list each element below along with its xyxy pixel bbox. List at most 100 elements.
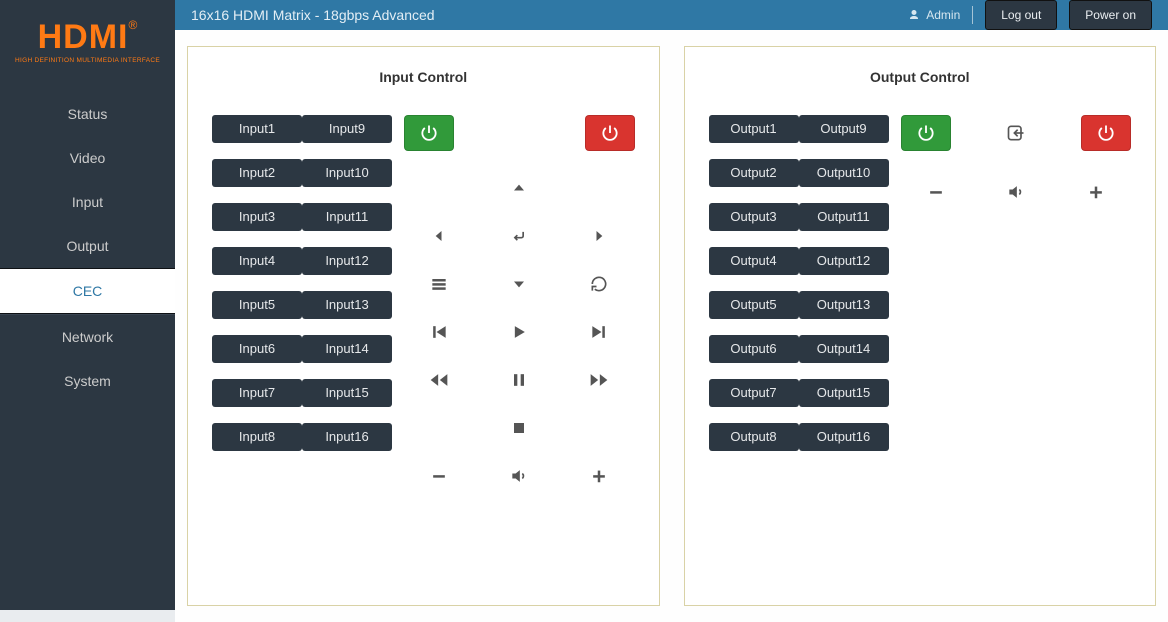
- output-chip[interactable]: Output4: [709, 247, 799, 275]
- power-icon: [916, 123, 936, 143]
- spacer: [579, 413, 619, 443]
- play-icon[interactable]: [499, 317, 539, 347]
- volume-up-icon[interactable]: [1076, 177, 1116, 207]
- input-chip[interactable]: Input14: [302, 335, 392, 363]
- up-icon[interactable]: [499, 173, 539, 203]
- refresh-icon[interactable]: [579, 269, 619, 299]
- output-chip[interactable]: Output6: [709, 335, 799, 363]
- logo: HDMI® HIGH DEFINITION MULTIMEDIA INTERFA…: [0, 0, 175, 72]
- input-chip[interactable]: Input6: [212, 335, 302, 363]
- input-chip[interactable]: Input9: [302, 115, 392, 143]
- output-chip[interactable]: Output8: [709, 423, 799, 451]
- volume-down-icon[interactable]: [419, 461, 459, 491]
- logo-subtitle: HIGH DEFINITION MULTIMEDIA INTERFACE: [10, 57, 165, 64]
- list-item: Output3Output11: [709, 203, 889, 231]
- output-chip[interactable]: Output3: [709, 203, 799, 231]
- pause-icon[interactable]: [499, 365, 539, 395]
- nav: Status Video Input Output CEC Network Sy…: [0, 92, 175, 403]
- input-chip[interactable]: Input11: [302, 203, 392, 231]
- input-chip[interactable]: Input12: [302, 247, 392, 275]
- output-chip[interactable]: Output9: [799, 115, 889, 143]
- list-item: Input6Input14: [212, 335, 392, 363]
- list-item: Output2Output10: [709, 159, 889, 187]
- output-chip[interactable]: Output7: [709, 379, 799, 407]
- input-power-off-button[interactable]: [585, 115, 635, 151]
- output-chip[interactable]: Output1: [709, 115, 799, 143]
- input-chip[interactable]: Input8: [212, 423, 302, 451]
- input-chip[interactable]: Input7: [212, 379, 302, 407]
- output-chip[interactable]: Output5: [709, 291, 799, 319]
- logo-word: HDMI: [38, 18, 129, 56]
- input-chip[interactable]: Input1: [212, 115, 302, 143]
- topbar-divider: [972, 6, 973, 24]
- input-chip[interactable]: Input4: [212, 247, 302, 275]
- input-chip[interactable]: Input13: [302, 291, 392, 319]
- input-power-on-button[interactable]: [404, 115, 454, 151]
- input-chip[interactable]: Input3: [212, 203, 302, 231]
- logo-reg: ®: [129, 18, 138, 32]
- volume-icon[interactable]: [996, 177, 1036, 207]
- nav-status[interactable]: Status: [0, 92, 175, 136]
- list-item: Output4Output12: [709, 247, 889, 275]
- nav-input[interactable]: Input: [0, 180, 175, 224]
- output-control-panel: Output Control Output1Output9Output2Outp…: [684, 46, 1157, 606]
- input-chip[interactable]: Input16: [302, 423, 392, 451]
- volume-down-icon[interactable]: [916, 177, 956, 207]
- output-panel-title: Output Control: [709, 69, 1132, 85]
- next-track-icon[interactable]: [579, 317, 619, 347]
- list-item: Input7Input15: [212, 379, 392, 407]
- rewind-icon[interactable]: [419, 365, 459, 395]
- nav-video[interactable]: Video: [0, 136, 175, 180]
- prev-track-icon[interactable]: [419, 317, 459, 347]
- list-item: Output7Output15: [709, 379, 889, 407]
- menu-icon[interactable]: [419, 269, 459, 299]
- output-chip[interactable]: Output15: [799, 379, 889, 407]
- output-chip[interactable]: Output11: [799, 203, 889, 231]
- output-chip[interactable]: Output12: [799, 247, 889, 275]
- enter-icon[interactable]: [499, 221, 539, 251]
- output-chip[interactable]: Output16: [799, 423, 889, 451]
- list-item: Input3Input11: [212, 203, 392, 231]
- nav-network[interactable]: Network: [0, 315, 175, 359]
- nav-cec[interactable]: CEC: [0, 268, 175, 314]
- logout-button[interactable]: Log out: [985, 0, 1057, 30]
- output-chip[interactable]: Output13: [799, 291, 889, 319]
- fast-forward-icon[interactable]: [579, 365, 619, 395]
- down-icon[interactable]: [499, 269, 539, 299]
- stop-icon[interactable]: [499, 413, 539, 443]
- list-item: Output1Output9: [709, 115, 889, 143]
- input-source-icon[interactable]: [1006, 118, 1026, 148]
- right-icon[interactable]: [579, 221, 619, 251]
- volume-up-icon[interactable]: [579, 461, 619, 491]
- input-controls: [404, 115, 635, 491]
- list-item: Input8Input16: [212, 423, 392, 451]
- input-chip[interactable]: Input10: [302, 159, 392, 187]
- output-chip[interactable]: Output2: [709, 159, 799, 187]
- input-chip[interactable]: Input15: [302, 379, 392, 407]
- output-controls: [901, 115, 1132, 451]
- output-chip[interactable]: Output10: [799, 159, 889, 187]
- list-item: Input4Input12: [212, 247, 392, 275]
- topbar: 16x16 HDMI Matrix - 18gbps Advanced Admi…: [175, 0, 1168, 30]
- list-item: Input5Input13: [212, 291, 392, 319]
- output-chip[interactable]: Output14: [799, 335, 889, 363]
- input-chip[interactable]: Input2: [212, 159, 302, 187]
- output-list: Output1Output9Output2Output10Output3Outp…: [709, 115, 889, 451]
- user-icon: [908, 9, 920, 21]
- nav-output[interactable]: Output: [0, 224, 175, 268]
- input-chip[interactable]: Input5: [212, 291, 302, 319]
- left-icon[interactable]: [419, 221, 459, 251]
- spacer: [419, 173, 459, 203]
- spacer: [579, 173, 619, 203]
- input-list: Input1Input9Input2Input10Input3Input11In…: [212, 115, 392, 491]
- content: Input Control Input1Input9Input2Input10I…: [175, 30, 1168, 622]
- volume-icon[interactable]: [499, 461, 539, 491]
- list-item: Output5Output13: [709, 291, 889, 319]
- list-item: Output8Output16: [709, 423, 889, 451]
- power-on-button[interactable]: Power on: [1069, 0, 1152, 30]
- nav-system[interactable]: System: [0, 359, 175, 403]
- output-power-off-button[interactable]: [1081, 115, 1131, 151]
- admin-link[interactable]: Admin: [908, 8, 960, 22]
- sidebar: HDMI® HIGH DEFINITION MULTIMEDIA INTERFA…: [0, 0, 175, 610]
- output-power-on-button[interactable]: [901, 115, 951, 151]
